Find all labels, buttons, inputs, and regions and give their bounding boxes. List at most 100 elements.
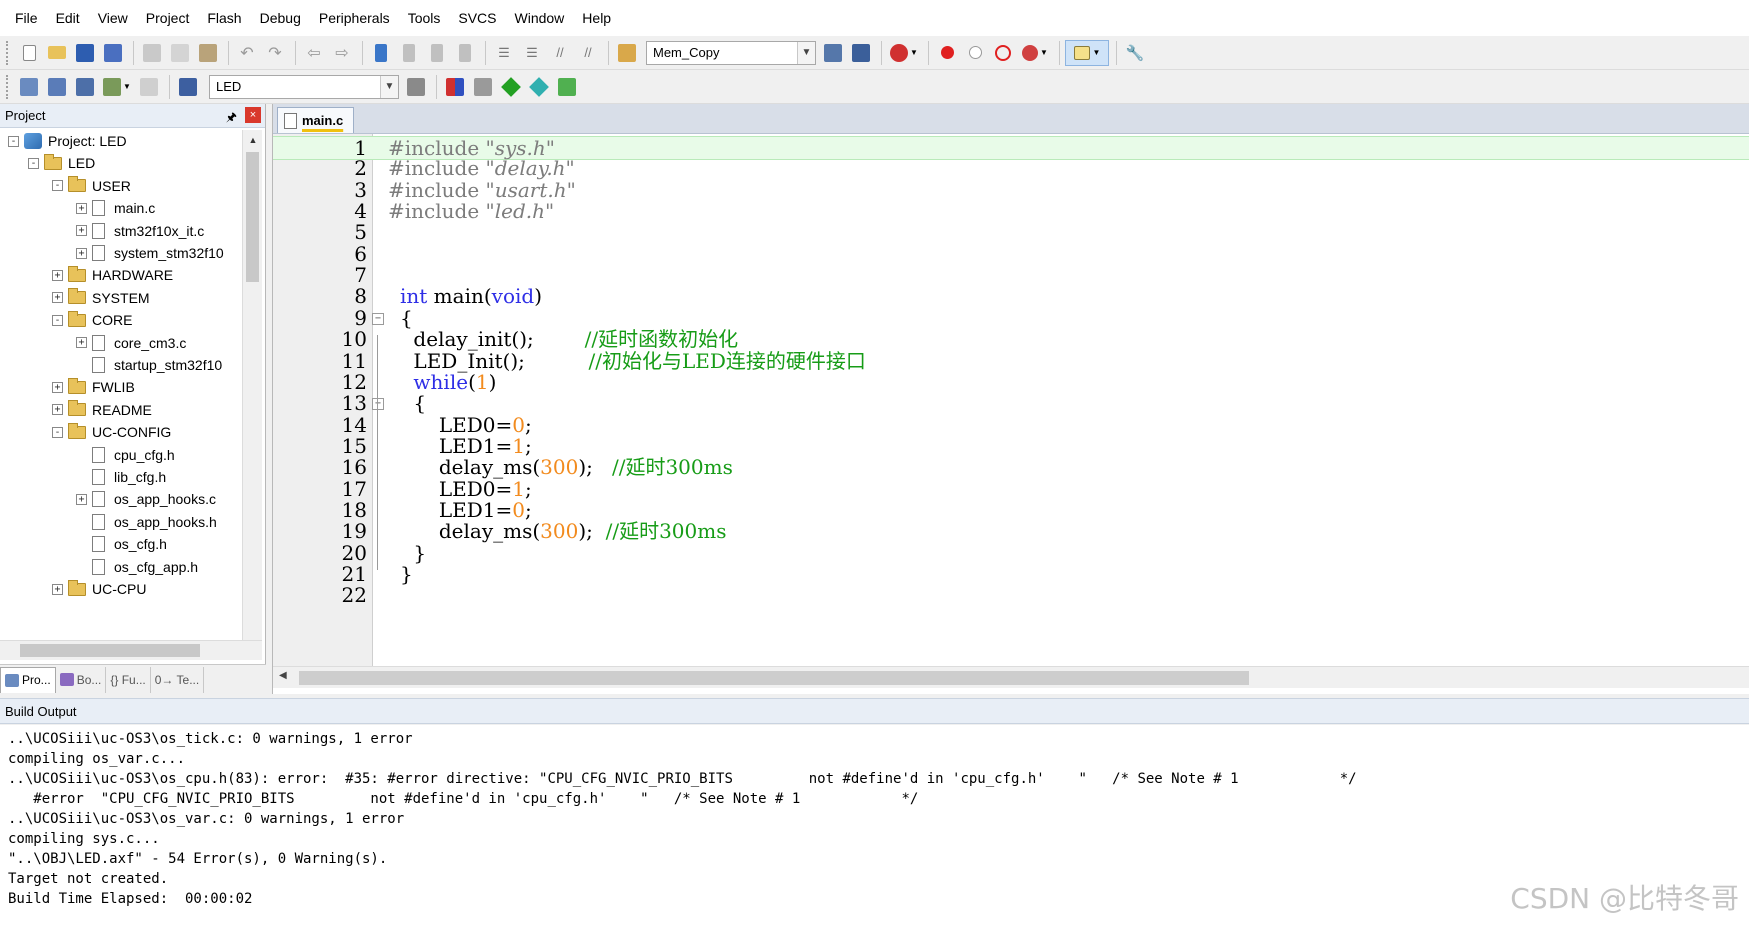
menu-svcs[interactable]: SVCS (449, 0, 505, 36)
tree-item[interactable]: - LED (28, 152, 95, 174)
chevron-down-icon[interactable]: ▼ (797, 41, 815, 64)
collapse-icon[interactable]: - (52, 180, 63, 192)
pack-installer-button[interactable] (526, 74, 552, 100)
tree-item[interactable]: os_cfg.h (76, 533, 167, 555)
uncomment-button[interactable]: // (575, 40, 601, 66)
code-line[interactable]: 5 (273, 221, 1749, 245)
tab-functions[interactable]: {} Fu... (106, 666, 151, 693)
collapse-icon[interactable]: - (52, 426, 63, 438)
unindent-button[interactable]: ☰ (519, 40, 545, 66)
collapse-icon[interactable]: - (52, 314, 63, 326)
tree-item[interactable]: - Project: LED (8, 130, 127, 152)
scroll-up-arrow-icon[interactable]: ▲ (243, 130, 263, 150)
tree-item[interactable]: + HARDWARE (52, 264, 173, 286)
scroll-left-arrow-icon[interactable]: ◀ (279, 670, 287, 681)
target-combo[interactable]: LED ▼ (209, 74, 399, 99)
stop-build-button[interactable] (136, 74, 162, 100)
expand-icon[interactable]: + (52, 404, 63, 416)
expand-icon[interactable]: + (52, 292, 63, 304)
menu-flash[interactable]: Flash (198, 0, 250, 36)
find-in-files-button[interactable] (614, 40, 640, 66)
collapse-icon[interactable]: - (8, 135, 19, 147)
tab-templates[interactable]: 0→ Te... (151, 666, 205, 693)
undo-button[interactable]: ↶ (234, 40, 260, 66)
menu-peripherals[interactable]: Peripherals (310, 0, 399, 36)
editor-hscroll[interactable]: ◀ (273, 666, 1749, 688)
clear-bookmarks-button[interactable] (452, 40, 478, 66)
pin-icon[interactable]: 🖈 (226, 108, 237, 129)
tree-item[interactable]: + README (52, 399, 152, 421)
save-all-button[interactable] (100, 40, 126, 66)
paste-button[interactable] (195, 40, 221, 66)
scrollbar-thumb[interactable] (20, 644, 200, 657)
fold-collapse-icon[interactable]: − (372, 312, 384, 325)
window-layout-button[interactable]: ▼ (1065, 39, 1109, 66)
tree-item[interactable]: startup_stm32f10 (76, 354, 222, 376)
bookmark-button[interactable] (368, 40, 394, 66)
tree-item[interactable]: + main.c (76, 197, 155, 219)
tree-item[interactable]: lib_cfg.h (76, 466, 166, 488)
redo-button[interactable]: ↷ (262, 40, 288, 66)
menu-file[interactable]: File (6, 0, 47, 36)
code-line[interactable]: 22 (273, 584, 1749, 608)
tree-item[interactable]: + core_cm3.c (76, 332, 186, 354)
insert-breakpoint-button[interactable] (934, 40, 960, 66)
open-file-button[interactable] (44, 40, 70, 66)
nav-forward-button[interactable]: ⇨ (329, 40, 355, 66)
next-bookmark-button[interactable] (424, 40, 450, 66)
tree-item[interactable]: - UC-CONFIG (52, 421, 171, 443)
translate-button[interactable] (16, 74, 42, 100)
tab-books[interactable]: Bo... (56, 666, 107, 693)
menu-help[interactable]: Help (573, 0, 620, 36)
expand-icon[interactable]: + (52, 269, 63, 281)
tab-main-c[interactable]: main.c (277, 107, 355, 133)
tree-item[interactable]: + UC-CPU (52, 578, 146, 600)
code-line[interactable]: 8 int main(void) (273, 285, 1749, 309)
expand-icon[interactable]: + (52, 583, 63, 595)
collapse-icon[interactable]: - (28, 157, 39, 169)
tree-item[interactable]: + FWLIB (52, 376, 135, 398)
kill-all-breakpoints-button[interactable]: ▼ (1018, 40, 1052, 66)
expand-icon[interactable]: + (76, 337, 87, 349)
download-button[interactable] (175, 74, 201, 100)
batch-build-button[interactable]: ▼ (100, 74, 134, 100)
menu-debug[interactable]: Debug (251, 0, 310, 36)
code-line[interactable]: 19 delay_ms(300); //延时300ms (273, 519, 1749, 544)
code-line[interactable]: 12 while(1) (273, 370, 1749, 395)
close-icon[interactable]: × (245, 107, 261, 123)
incremental-find-button[interactable] (848, 40, 874, 66)
build-output-panel[interactable]: CSDN @比特冬哥 ..\UCOSiii\uc-OS3\os_tick.c: … (0, 725, 1749, 925)
expand-icon[interactable]: + (76, 247, 87, 259)
comment-button[interactable]: // (547, 40, 573, 66)
cut-button[interactable] (139, 40, 165, 66)
nav-back-button[interactable]: ⇦ (301, 40, 327, 66)
new-file-button[interactable] (16, 40, 42, 66)
menu-view[interactable]: View (89, 0, 137, 36)
indent-button[interactable]: ☰ (491, 40, 517, 66)
tree-item[interactable]: - CORE (52, 309, 132, 331)
tree-item[interactable]: os_app_hooks.h (76, 511, 217, 533)
code-line[interactable]: 21} (273, 562, 1749, 587)
rebuild-button[interactable] (72, 74, 98, 100)
menu-edit[interactable]: Edit (47, 0, 89, 36)
project-tree-hscroll[interactable] (0, 640, 262, 660)
disable-all-breakpoints-button[interactable] (990, 40, 1016, 66)
scrollbar-thumb[interactable] (299, 671, 1249, 685)
scrollbar-thumb[interactable] (246, 152, 259, 282)
configure-button[interactable]: 🔧 (1122, 40, 1148, 66)
expand-icon[interactable]: + (52, 381, 63, 393)
tree-item[interactable]: os_cfg_app.h (76, 556, 198, 578)
code-line[interactable]: 6 (273, 242, 1749, 267)
code-area[interactable]: 1 #include "sys.h" 2 #include "delay.h" 3 #in… (273, 136, 1749, 664)
code-line[interactable]: 20 } (273, 541, 1749, 566)
code-line[interactable]: 4 #include "led.h" (273, 199, 1749, 224)
expand-icon[interactable]: + (76, 493, 87, 505)
select-packs-button[interactable] (470, 74, 496, 100)
project-tree-vscroll[interactable]: ▲ ▼ (242, 130, 262, 660)
fold-collapse-icon[interactable]: − (372, 398, 384, 411)
find-button[interactable] (820, 40, 846, 66)
tree-item[interactable]: + system_stm32f10 (76, 242, 224, 264)
save-button[interactable] (72, 40, 98, 66)
build-button[interactable] (44, 74, 70, 100)
prev-bookmark-button[interactable] (396, 40, 422, 66)
